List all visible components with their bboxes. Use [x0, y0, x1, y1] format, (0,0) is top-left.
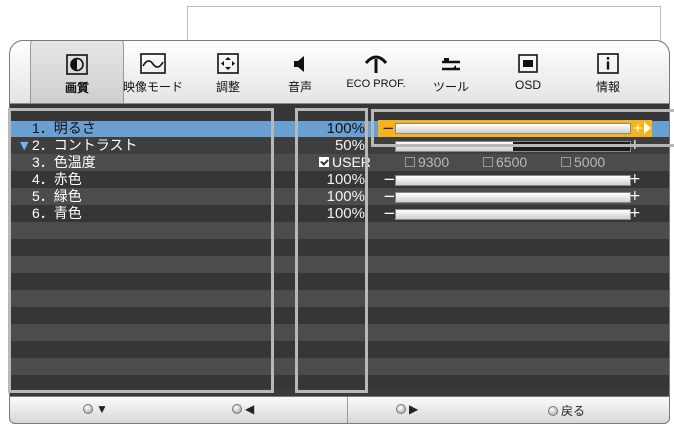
blue-slider-fill	[396, 210, 630, 219]
increase-icon[interactable]: +	[629, 205, 641, 221]
decrease-icon[interactable]: −	[383, 188, 396, 204]
footer-down-button[interactable]: ▼	[83, 402, 108, 416]
left-arrow-icon: ◀	[245, 402, 255, 416]
highlight-frame-items	[8, 108, 274, 393]
footer-divider	[347, 397, 348, 423]
button-dot-icon	[232, 404, 242, 414]
option-label: 9300	[418, 154, 450, 170]
tab-label: OSD	[514, 78, 541, 92]
tab-label: 情報	[595, 80, 620, 94]
waveform-icon	[138, 53, 168, 75]
footer-right-button[interactable]: ▶	[396, 402, 418, 416]
position-arrows-icon	[213, 53, 243, 75]
footer-left-button[interactable]: ◀	[232, 402, 254, 416]
speaker-icon	[285, 53, 315, 75]
right-arrow-icon: ▶	[409, 402, 419, 416]
osd-window-icon	[513, 53, 543, 75]
back-label: 戻る	[561, 404, 586, 418]
tab-label: 音声	[287, 80, 312, 94]
tab-label: 調整	[215, 80, 240, 94]
info-icon	[593, 53, 623, 75]
tab-adjust[interactable]: 調整	[198, 45, 258, 101]
color-temp-option-9300[interactable]: 9300	[405, 154, 449, 171]
button-dot-icon	[83, 404, 93, 414]
tab-eco[interactable]: ECO PROF.	[340, 45, 412, 101]
tab-label: ツール	[432, 80, 469, 94]
tab-video-mode[interactable]: 映像モード	[120, 45, 186, 101]
contrast-half-circle-icon	[62, 54, 92, 76]
tab-osd[interactable]: OSD	[498, 45, 558, 101]
tab-label: 映像モード	[122, 80, 183, 94]
increase-icon[interactable]: +	[629, 188, 641, 204]
color-temp-option-5000[interactable]: 5000	[561, 154, 605, 171]
red-slider[interactable]	[395, 175, 631, 186]
footer-back-button[interactable]: 戻る	[548, 402, 585, 419]
option-label: 5000	[574, 154, 606, 170]
callout-line-right	[660, 6, 661, 42]
option-label: 6500	[496, 154, 528, 170]
tab-label: ECO PROF.	[346, 78, 406, 90]
tab-tools[interactable]: ツール	[420, 45, 482, 101]
down-arrow-icon: ▼	[96, 402, 108, 416]
checkbox-icon	[483, 157, 493, 167]
red-slider-fill	[396, 176, 630, 185]
highlight-frame-slider	[371, 109, 674, 147]
green-slider-fill	[396, 193, 630, 202]
callout-line-horizontal	[187, 6, 661, 7]
tool-sliders-icon	[436, 53, 466, 75]
button-dot-icon	[548, 406, 558, 416]
eco-leaf-icon	[361, 53, 391, 75]
decrease-icon[interactable]: −	[383, 171, 396, 187]
increase-icon[interactable]: +	[629, 171, 641, 187]
callout-line-vertical	[187, 6, 188, 40]
checkbox-icon	[561, 157, 571, 167]
highlight-frame-values	[295, 108, 368, 393]
tab-label: 画質	[64, 81, 89, 95]
tab-audio[interactable]: 音声	[272, 45, 328, 101]
tab-bar: 画質 映像モード 調整 音声 ECO PROF. ツール OSD 情報	[10, 41, 669, 104]
button-guide-footer: ▼ ◀ ▶ 戻る	[10, 396, 669, 423]
color-temp-option-6500[interactable]: 6500	[483, 154, 527, 171]
blue-slider[interactable]	[395, 209, 631, 220]
green-slider[interactable]	[395, 192, 631, 203]
checkbox-icon	[405, 157, 415, 167]
button-dot-icon	[396, 404, 406, 414]
tab-picture[interactable]: 画質	[30, 41, 124, 103]
decrease-icon[interactable]: −	[383, 205, 396, 221]
tab-info[interactable]: 情報	[576, 45, 640, 101]
